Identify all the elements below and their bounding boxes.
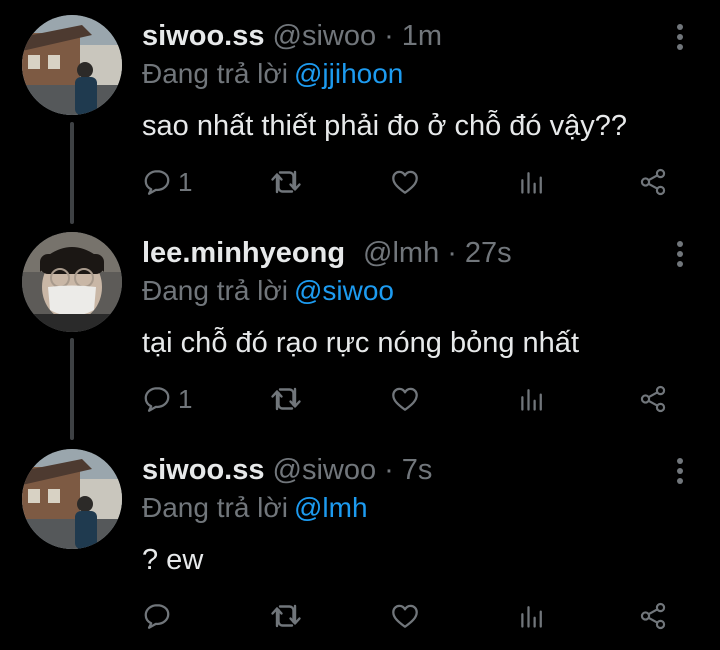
- replying-to: Đang trả lời @jjihoon: [142, 56, 403, 92]
- avatar[interactable]: [22, 449, 122, 549]
- like-button[interactable]: [390, 379, 420, 419]
- tweet-actions: 1: [142, 379, 682, 419]
- display-name[interactable]: lee.minhyeong: [142, 237, 345, 269]
- replying-to-label: Đang trả lời: [142, 58, 288, 89]
- share-icon: [638, 384, 668, 414]
- tweet-actions: [142, 596, 682, 636]
- reply-button[interactable]: 1: [142, 379, 192, 419]
- heart-icon: [390, 601, 420, 631]
- tweet-card[interactable]: siwoo.ss @siwoo · 7s Đang trả lời @lmh ? ew: [0, 434, 720, 650]
- replying-to-label: Đang trả lời: [142, 492, 288, 523]
- retweet-button[interactable]: [270, 379, 302, 419]
- avatar[interactable]: [22, 15, 122, 115]
- timestamp[interactable]: 27s: [465, 237, 512, 269]
- separator-dot: ·: [384, 20, 394, 52]
- reply-bubble-icon: [142, 601, 172, 631]
- more-vertical-icon[interactable]: [676, 24, 684, 54]
- replying-to-mention[interactable]: @lmh: [294, 492, 368, 523]
- display-name[interactable]: siwoo.ss: [142, 454, 265, 486]
- reply-bubble-icon: [142, 167, 172, 197]
- share-button[interactable]: [638, 596, 668, 636]
- tweet-actions: 1: [142, 162, 682, 202]
- user-handle[interactable]: @lmh: [363, 237, 439, 269]
- like-button[interactable]: [390, 596, 420, 636]
- views-button[interactable]: [518, 162, 546, 202]
- share-icon: [638, 601, 668, 631]
- retweet-icon: [270, 383, 302, 415]
- views-bar-chart-icon: [518, 602, 546, 630]
- share-icon: [638, 167, 668, 197]
- avatar[interactable]: [22, 232, 122, 332]
- more-vertical-icon[interactable]: [676, 241, 684, 271]
- tweet-card[interactable]: lee.minhyeong @lmh · 27s Đang trả lời @siwoo…: [0, 217, 720, 433]
- views-bar-chart-icon: [518, 168, 546, 196]
- reply-button[interactable]: 1: [142, 162, 192, 202]
- user-handle[interactable]: @siwoo: [273, 20, 377, 52]
- tweet-text: sao nhất thiết phải đo ở chỗ đó vậy??: [142, 110, 627, 142]
- views-button[interactable]: [518, 596, 546, 636]
- like-button[interactable]: [390, 162, 420, 202]
- tweet-card[interactable]: siwoo.ss @siwoo · 1m Đang trả lời @jjihoon s…: [0, 0, 720, 216]
- timestamp[interactable]: 1m: [402, 20, 442, 52]
- separator-dot: ·: [384, 454, 394, 486]
- share-button[interactable]: [638, 379, 668, 419]
- timestamp[interactable]: 7s: [402, 454, 433, 486]
- tweet-header: siwoo.ss @siwoo · 7s: [142, 450, 432, 490]
- retweet-icon: [270, 600, 302, 632]
- tweet-header: siwoo.ss @siwoo · 1m: [142, 16, 442, 56]
- replying-to-mention[interactable]: @siwoo: [294, 275, 394, 306]
- replying-to-mention[interactable]: @jjihoon: [294, 58, 403, 89]
- tweet-header: lee.minhyeong @lmh · 27s: [142, 233, 512, 273]
- reply-count: 1: [178, 383, 193, 414]
- heart-icon: [390, 167, 420, 197]
- reply-count: 1: [178, 166, 193, 197]
- views-bar-chart-icon: [518, 385, 546, 413]
- retweet-icon: [270, 166, 302, 198]
- user-handle[interactable]: @siwoo: [273, 454, 377, 486]
- retweet-button[interactable]: [270, 596, 302, 636]
- heart-icon: [390, 384, 420, 414]
- tweet-text: tại chỗ đó rạo rực nóng bỏng nhất: [142, 327, 579, 359]
- separator-dot: ·: [447, 237, 457, 269]
- replying-to-label: Đang trả lời: [142, 275, 288, 306]
- more-vertical-icon[interactable]: [676, 458, 684, 488]
- retweet-button[interactable]: [270, 162, 302, 202]
- views-button[interactable]: [518, 379, 546, 419]
- display-name[interactable]: siwoo.ss: [142, 20, 265, 52]
- reply-bubble-icon: [142, 384, 172, 414]
- share-button[interactable]: [638, 162, 668, 202]
- replying-to: Đang trả lời @siwoo: [142, 273, 394, 309]
- replying-to: Đang trả lời @lmh: [142, 490, 368, 526]
- reply-button[interactable]: [142, 596, 178, 636]
- tweet-text: ? ew: [142, 544, 204, 576]
